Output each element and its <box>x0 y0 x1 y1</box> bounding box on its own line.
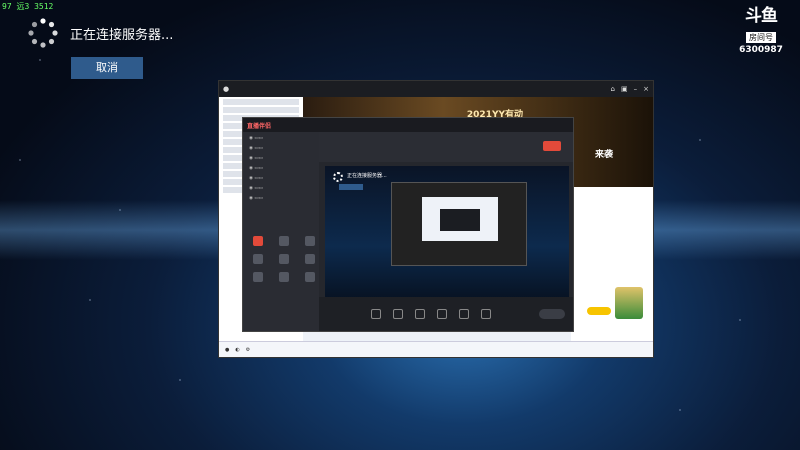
minimize-icon[interactable]: – <box>634 85 638 93</box>
stream-info-bar <box>319 132 573 162</box>
text-icon[interactable] <box>415 309 425 319</box>
speaker-icon[interactable]: ◐ <box>235 347 239 353</box>
settings-icon[interactable]: ⚙ <box>246 347 250 353</box>
gamepad-icon[interactable]: ▣ <box>621 85 628 93</box>
captured-live-companion: 直播伴侣 ◉ ▭▭ ◉ ▭▭ ◉ ▭▭ ◉ ▭▭ ◉ ▭▭ ◉ ▭▭ ◉ ▭▭ … <box>242 117 574 332</box>
connection-status: 正在连接服务器... <box>70 28 174 43</box>
douyu-logo: 斗鱼 <box>745 6 778 26</box>
speaker-icon[interactable] <box>481 309 491 319</box>
promo-image <box>615 287 643 319</box>
start-live-button[interactable] <box>539 309 565 319</box>
tool-icon[interactable] <box>305 272 315 282</box>
scene-item[interactable]: ◉ ▭▭ <box>249 176 313 182</box>
scene-panel: ◉ ▭▭ ◉ ▭▭ ◉ ▭▭ ◉ ▭▭ ◉ ▭▭ ◉ ▭▭ ◉ ▭▭ <box>243 132 319 331</box>
tool-icon[interactable] <box>253 272 263 282</box>
home-icon[interactable]: ⌂ <box>611 85 615 93</box>
tool-icon[interactable] <box>253 236 263 246</box>
promo-button[interactable] <box>587 307 611 315</box>
close-icon[interactable]: × <box>643 85 649 93</box>
tool-icon[interactable] <box>305 254 315 264</box>
yy-titlebar: ● ⌂ ▣ – × <box>219 81 653 97</box>
record-button[interactable] <box>543 141 561 151</box>
scene-item[interactable]: ◉ ▭▭ <box>249 136 313 142</box>
fps-counter: 97 远3 3512 <box>2 2 54 11</box>
tool-icon[interactable] <box>279 254 289 264</box>
scene-item[interactable]: ◉ ▭▭ <box>249 156 313 162</box>
tool-grid <box>249 236 319 282</box>
scene-item[interactable]: ◉ ▭▭ <box>249 186 313 192</box>
camera-icon[interactable] <box>371 309 381 319</box>
nested-preview <box>440 209 480 231</box>
mic-icon[interactable] <box>459 309 469 319</box>
scene-item[interactable]: ◉ ▭▭ <box>249 166 313 172</box>
yy-bottom-bar: ● ◐ ⚙ <box>219 341 653 357</box>
tool-icon[interactable] <box>253 254 263 264</box>
nested-yy-window <box>422 197 498 241</box>
loading-spinner-icon <box>28 18 58 48</box>
mic-icon[interactable]: ● <box>225 347 229 353</box>
scene-item[interactable]: ◉ ▭▭ <box>249 196 313 202</box>
nested-capture <box>391 182 527 266</box>
douyu-room-badge: 斗鱼 房间号 6300987 <box>736 6 786 56</box>
companion-titlebar: 直播伴侣 <box>243 118 573 132</box>
yy-logo-icon: ● <box>223 85 230 93</box>
companion-logo: 直播伴侣 <box>247 122 272 130</box>
room-number: 6300987 <box>739 45 783 55</box>
tool-icon[interactable] <box>279 236 289 246</box>
room-tag: 房间号 <box>746 32 776 43</box>
yy-chat-panel <box>571 187 653 341</box>
preview-stage: 正在连接服务器... <box>325 166 569 300</box>
tool-icon[interactable] <box>305 236 315 246</box>
desktop: { "corner": { "text": "97 远3 3512" }, "c… <box>0 0 800 450</box>
scene-item[interactable]: ◉ ▭▭ <box>249 146 313 152</box>
window-icon[interactable] <box>437 309 447 319</box>
banner-subtitle: 来袭 <box>594 150 613 160</box>
image-icon[interactable] <box>393 309 403 319</box>
tool-icon[interactable] <box>279 272 289 282</box>
nested-spinner-icon <box>333 172 343 182</box>
control-bar <box>319 297 573 331</box>
cancel-button[interactable]: 取消 <box>71 57 143 79</box>
nested-cancel-button[interactable] <box>339 184 363 190</box>
nested-connection-status: 正在连接服务器... <box>347 173 387 179</box>
